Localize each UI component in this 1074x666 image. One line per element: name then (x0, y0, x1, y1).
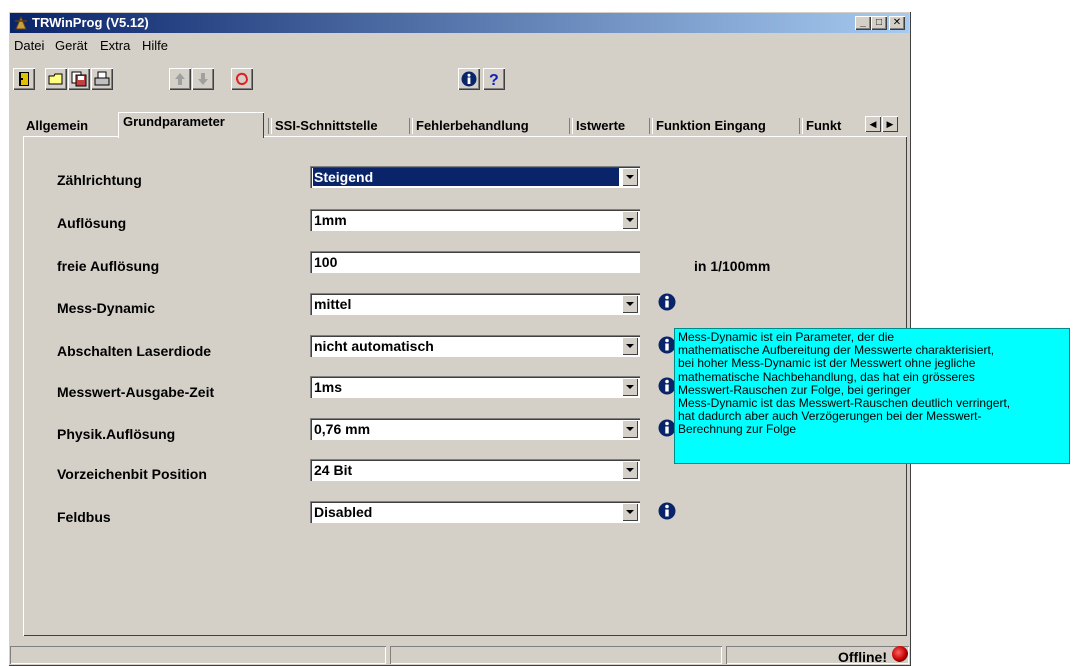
status-led-icon (892, 646, 908, 662)
dropdown-arrow-icon[interactable] (622, 295, 638, 313)
tab-funktion-eingang[interactable]: Funktion Eingang (651, 116, 771, 136)
label-freie-aufloesung: freie Auflösung (57, 258, 160, 274)
tooltip-line: Berechnung zur Folge (678, 422, 797, 437)
menu-geraet[interactable]: Gerät (55, 38, 88, 53)
status-panel-1 (10, 646, 386, 664)
arrow-up-icon (175, 73, 185, 85)
save-icon (71, 71, 87, 87)
freie-aufloesung-unit: in 1/100mm (694, 258, 771, 274)
print-icon (94, 71, 110, 86)
tab-istwerte[interactable]: Istwerte (571, 116, 630, 136)
mess-dynamic-value: mittel (314, 296, 352, 312)
vorzeichenbit-position-value: 24 Bit (314, 462, 353, 478)
menu-extra[interactable]: Extra (100, 38, 130, 53)
tab-funkt[interactable]: Funkt (801, 116, 863, 136)
tab-scroll-left-button[interactable]: ◀ (865, 116, 881, 132)
dropdown-arrow-icon[interactable] (622, 461, 638, 479)
dropdown-arrow-icon[interactable] (622, 378, 638, 396)
label-abschalten-laserdiode: Abschalten Laserdiode (57, 343, 212, 359)
menu-hilfe[interactable]: Hilfe (142, 38, 168, 53)
label-physik-aufloesung: Physik.Auflösung (57, 426, 176, 442)
abschalten-laserdiode-value: nicht automatisch (314, 338, 434, 354)
messwert-ausgabe-zeit-value: 1ms (314, 379, 343, 395)
app-icon (15, 15, 27, 30)
dropdown-arrow-icon[interactable] (622, 168, 638, 186)
zaehlrichtung-select[interactable]: Steigend (310, 166, 640, 188)
label-vorzeichenbit-position: Vorzeichenbit Position (57, 466, 207, 482)
tooltip-line: bei hoher Mess-Dynamic ist der Messwert … (678, 356, 976, 371)
maximize-button[interactable]: □ (871, 16, 887, 30)
aufloesung-select[interactable]: 1mm (310, 209, 640, 231)
dropdown-arrow-icon[interactable] (622, 337, 638, 355)
mess-dynamic-select[interactable]: mittel (310, 293, 640, 315)
tab-ssi-schnittstelle[interactable]: SSI-Schnittstelle (270, 116, 383, 136)
window-title: TRWinProg (V5.12) (32, 15, 149, 30)
label-mess-dynamic: Mess-Dynamic (57, 300, 156, 316)
freie-aufloesung-input[interactable]: 100 (310, 251, 640, 273)
menu-datei[interactable]: Datei (14, 38, 44, 53)
label-messwert-ausgabe-zeit: Messwert-Ausgabe-Zeit (57, 384, 215, 400)
dropdown-arrow-icon[interactable] (622, 420, 638, 438)
label-feldbus: Feldbus (57, 509, 111, 525)
info-icon (461, 71, 477, 87)
info-icon[interactable] (657, 292, 677, 312)
arrow-down-icon (198, 73, 208, 85)
abschalten-laserdiode-select[interactable]: nicht automatisch (310, 335, 640, 357)
refresh-icon (235, 72, 248, 85)
svg-text:?: ? (489, 72, 499, 87)
mess-dynamic-tooltip: Mess-Dynamic ist ein Parameter, der die … (674, 328, 1070, 464)
freie-aufloesung-value: 100 (314, 254, 338, 270)
tab-strip: Allgemein Grundparameter SSI-Schnittstel… (21, 112, 901, 138)
open-button[interactable] (45, 68, 67, 90)
minimize-button[interactable]: _ (855, 16, 871, 30)
connection-status: Offline! (838, 649, 887, 665)
help-button[interactable]: ? (483, 68, 505, 90)
menu-bar: Datei Gerät Extra Hilfe (10, 35, 909, 55)
physik-aufloesung-select[interactable]: 0,76 mm (310, 418, 640, 440)
toolbar: ? (10, 58, 909, 92)
zaehlrichtung-value: Steigend (313, 168, 619, 186)
open-folder-icon (48, 73, 63, 85)
save-button[interactable] (68, 68, 90, 90)
feldbus-value: Disabled (314, 504, 373, 520)
label-aufloesung: Auflösung (57, 215, 127, 231)
tab-fehlerbehandlung[interactable]: Fehlerbehandlung (411, 116, 534, 136)
feldbus-select[interactable]: Disabled (310, 501, 640, 523)
info-icon[interactable] (657, 501, 677, 521)
refresh-button[interactable] (231, 68, 253, 90)
tab-allgemein[interactable]: Allgemein (21, 116, 93, 136)
vorzeichenbit-position-select[interactable]: 24 Bit (310, 459, 640, 481)
label-zaehlrichtung: Zählrichtung (57, 172, 142, 188)
messwert-ausgabe-zeit-select[interactable]: 1ms (310, 376, 640, 398)
help-icon: ? (489, 72, 499, 87)
exit-button[interactable] (13, 68, 35, 90)
status-panel-3: Offline! (726, 646, 909, 665)
dropdown-arrow-icon[interactable] (622, 211, 638, 229)
close-button[interactable]: ✕ (889, 16, 905, 30)
aufloesung-value: 1mm (314, 212, 347, 228)
title-bar: TRWinProg (V5.12) _ □ ✕ (10, 13, 909, 33)
tab-grundparameter[interactable]: Grundparameter (118, 112, 264, 138)
status-bar: Offline! (10, 643, 909, 665)
info-button[interactable] (458, 68, 480, 90)
physik-aufloesung-value: 0,76 mm (314, 421, 371, 437)
status-panel-2 (390, 646, 722, 664)
print-button[interactable] (91, 68, 113, 90)
exit-icon (19, 72, 29, 86)
tab-scroll-right-button[interactable]: ▶ (882, 116, 898, 132)
move-down-button[interactable] (192, 68, 214, 90)
move-up-button[interactable] (169, 68, 191, 90)
tooltip-line: mathematische Nachbehandlung, das hat ei… (678, 369, 975, 384)
dropdown-arrow-icon[interactable] (622, 503, 638, 521)
